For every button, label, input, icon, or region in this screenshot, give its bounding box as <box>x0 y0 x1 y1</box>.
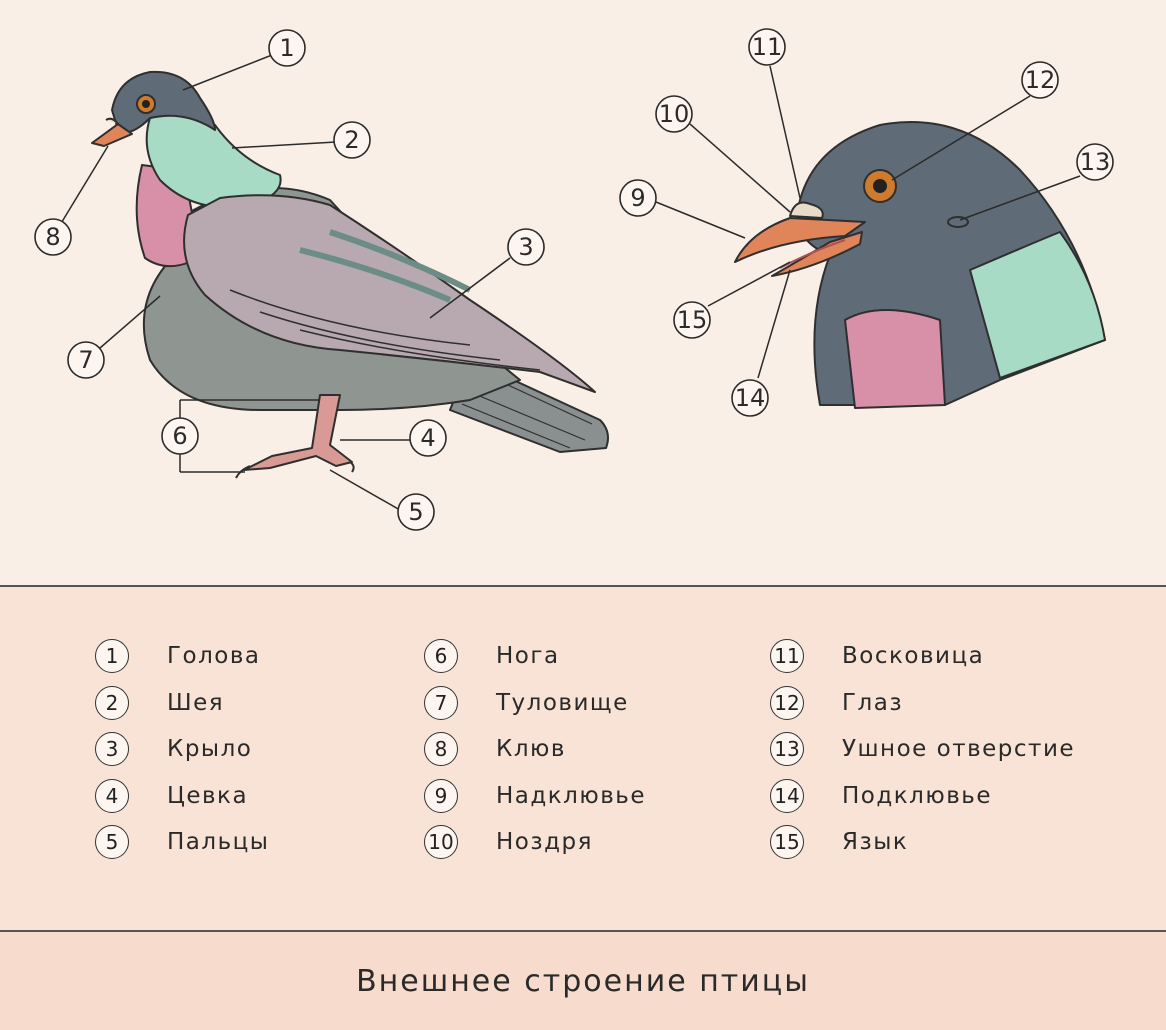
svg-text:7: 7 <box>78 346 93 374</box>
callout-3: 3 <box>507 228 545 266</box>
svg-text:2: 2 <box>344 126 359 154</box>
callout-8: 8 <box>34 218 72 256</box>
callout-11: 11 <box>748 28 786 66</box>
legend-item: 14 Подклювье <box>770 773 1075 820</box>
legend: 1 Голова 2 Шея 3 Крыло 4 Цевка 5 Пальцы 6 Нога… <box>0 585 1166 932</box>
callout-1: 1 <box>268 29 306 67</box>
legend-number: 9 <box>424 778 458 813</box>
legend-item: 10 Ноздря <box>424 819 646 866</box>
legend-item: 1 Голова <box>95 633 269 680</box>
svg-text:9: 9 <box>630 184 645 212</box>
legend-item: 5 Пальцы <box>95 819 269 866</box>
legend-label: Ушное отверстие <box>842 736 1076 763</box>
legend-label: Пальцы <box>167 829 270 856</box>
legend-label: Восковица <box>842 643 985 670</box>
legend-label: Туловище <box>496 689 629 716</box>
legend-label: Надклювье <box>496 782 647 809</box>
callout-13: 13 <box>1076 143 1114 181</box>
callout-5: 5 <box>397 493 435 531</box>
svg-text:11: 11 <box>752 33 783 61</box>
bird-illustration: 1 2 3 4 5 6 7 8 9 10 11 12 13 14 15 <box>34 28 1114 531</box>
legend-label: Крыло <box>167 736 253 763</box>
legend-number: 2 <box>95 685 129 720</box>
diagram-title: Внешнее строение птицы <box>356 963 810 999</box>
legend-item: 12 Глаз <box>770 680 1075 727</box>
svg-text:4: 4 <box>420 424 435 452</box>
callout-15: 15 <box>673 301 711 339</box>
legend-number: 14 <box>770 778 804 813</box>
legend-label: Клюв <box>496 736 566 763</box>
legend-number: 5 <box>95 825 129 860</box>
footer: Внешнее строение птицы <box>0 930 1166 1030</box>
head-detail-breast <box>844 309 946 409</box>
callout-7: 7 <box>67 341 105 379</box>
legend-column-2: 6 Нога 7 Туловище 8 Клюв 9 Надклювье 10 Ноздр… <box>424 633 646 866</box>
bird-figure: 1 2 3 4 5 6 7 8 9 10 11 12 13 14 15 <box>0 0 1166 585</box>
legend-label: Голова <box>167 643 261 670</box>
svg-text:15: 15 <box>677 306 708 334</box>
legend-number: 3 <box>95 732 129 767</box>
callout-9: 9 <box>619 179 657 217</box>
svg-text:1: 1 <box>279 34 294 62</box>
legend-item: 3 Крыло <box>95 726 269 773</box>
legend-column-1: 1 Голова 2 Шея 3 Крыло 4 Цевка 5 Пальцы <box>95 633 269 866</box>
legend-item: 2 Шея <box>95 680 269 727</box>
legend-number: 12 <box>770 685 804 720</box>
legend-label: Язык <box>842 829 909 856</box>
legend-label: Глаз <box>842 689 904 716</box>
legend-number: 10 <box>424 825 458 860</box>
svg-text:10: 10 <box>659 100 690 128</box>
callout-4: 4 <box>409 419 447 457</box>
legend-number: 8 <box>424 732 458 767</box>
callout-14: 14 <box>731 379 769 417</box>
legend-label: Нога <box>496 643 560 670</box>
legend-number: 13 <box>770 732 804 767</box>
svg-text:5: 5 <box>408 498 423 526</box>
callout-12: 12 <box>1021 61 1059 99</box>
legend-label: Шея <box>167 689 225 716</box>
svg-text:8: 8 <box>45 223 60 251</box>
svg-text:12: 12 <box>1025 66 1056 94</box>
legend-column-3: 11 Восковица 12 Глаз 13 Ушное отверстие 14 П… <box>770 633 1075 866</box>
legend-number: 6 <box>424 639 458 674</box>
legend-number: 4 <box>95 778 129 813</box>
legend-item: 9 Надклювье <box>424 773 646 820</box>
callout-10: 10 <box>655 95 693 133</box>
legend-number: 7 <box>424 685 458 720</box>
legend-label: Цевка <box>167 782 249 809</box>
svg-text:14: 14 <box>735 384 766 412</box>
svg-text:13: 13 <box>1080 148 1111 176</box>
callout-2: 2 <box>333 121 371 159</box>
legend-item: 8 Клюв <box>424 726 646 773</box>
legend-item: 11 Восковица <box>770 633 1075 680</box>
svg-text:6: 6 <box>172 422 187 450</box>
legend-item: 7 Туловище <box>424 680 646 727</box>
legend-number: 15 <box>770 825 804 860</box>
legend-label: Подклювье <box>842 782 992 809</box>
legend-number: 11 <box>770 639 804 674</box>
legend-item: 15 Язык <box>770 819 1075 866</box>
legend-item: 6 Нога <box>424 633 646 680</box>
legend-number: 1 <box>95 639 129 674</box>
legend-item: 4 Цевка <box>95 773 269 820</box>
bird-head-detail <box>734 121 1106 409</box>
callout-6: 6 <box>161 417 199 455</box>
legend-label: Ноздря <box>496 829 593 856</box>
svg-text:3: 3 <box>518 233 533 261</box>
legend-item: 13 Ушное отверстие <box>770 726 1075 773</box>
